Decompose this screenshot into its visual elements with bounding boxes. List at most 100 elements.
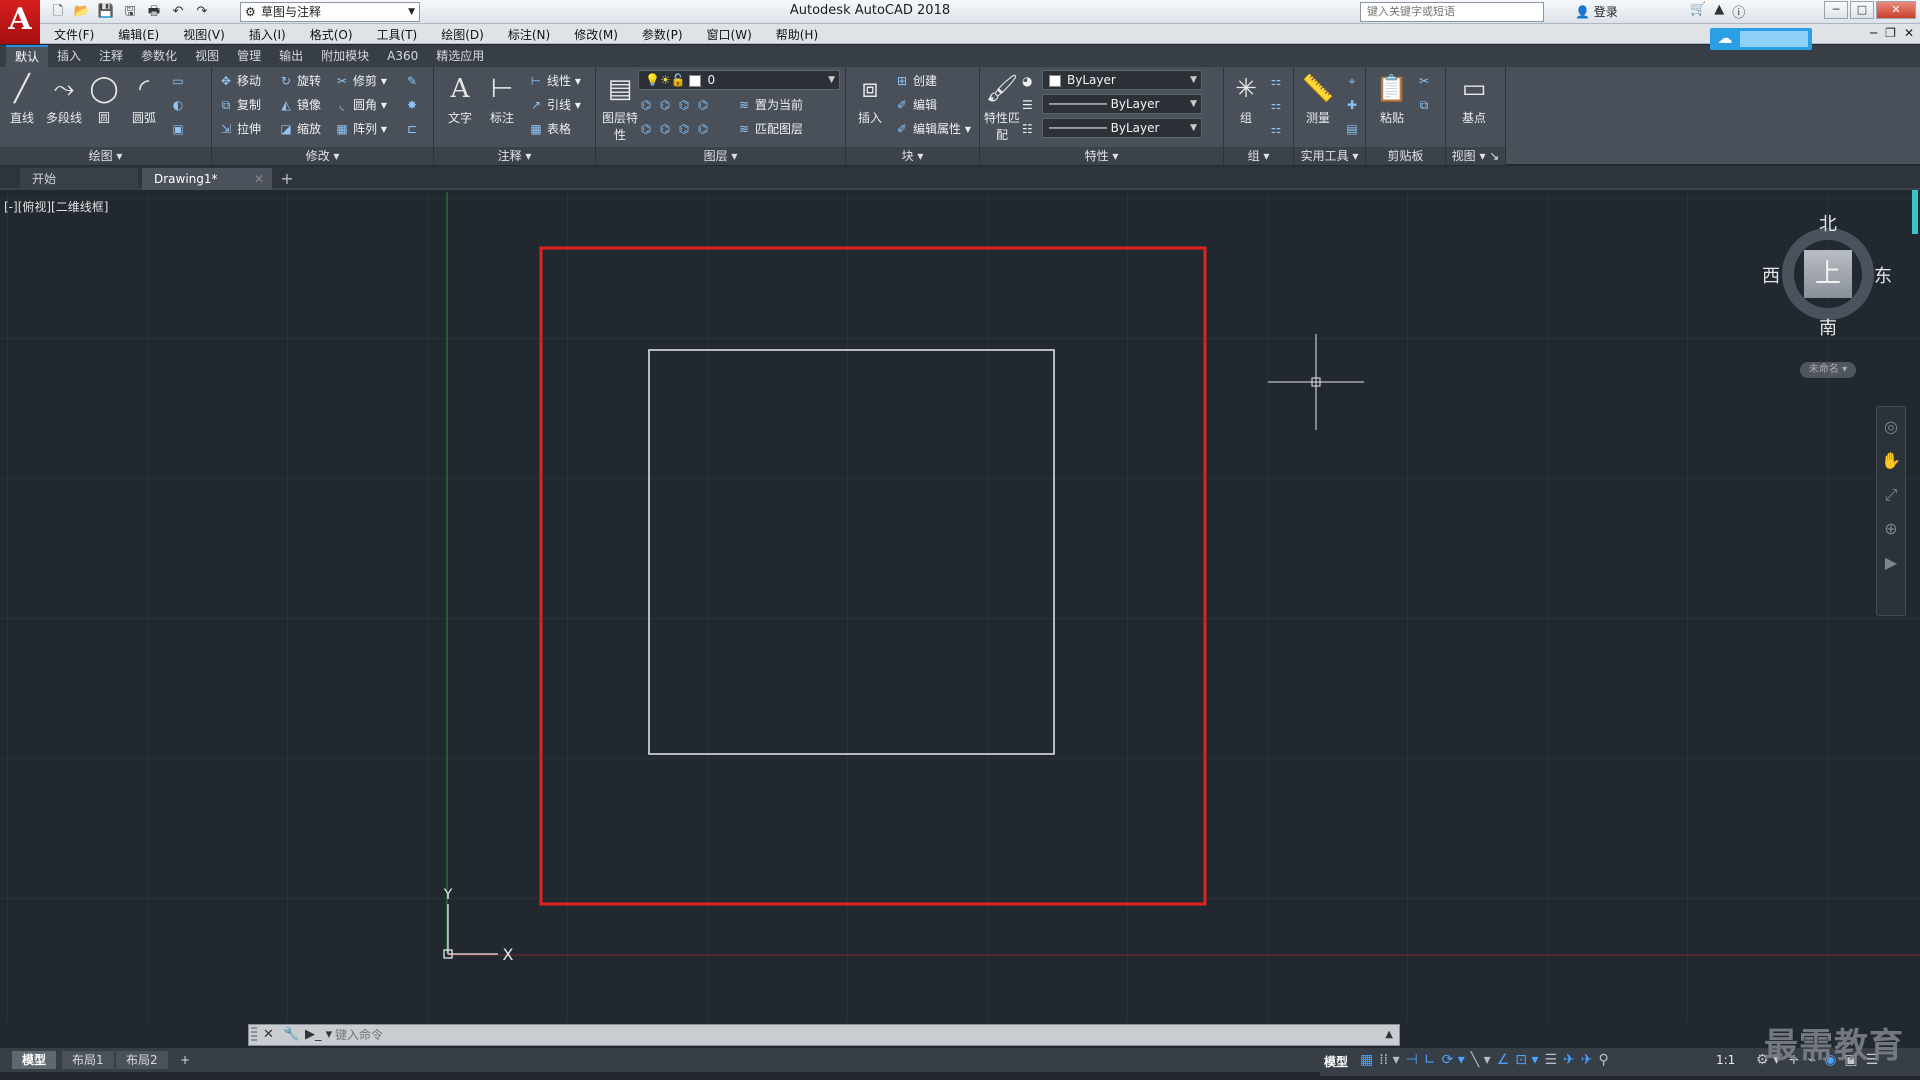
menu-help[interactable]: 帮助(H): [776, 26, 818, 43]
edit-block-button[interactable]: ✐ 编辑: [894, 95, 937, 115]
arc-button[interactable]: ◜ 圆弧: [124, 71, 164, 126]
showmotion-icon[interactable]: ▶: [1877, 549, 1905, 577]
text-button[interactable]: A 文字: [440, 71, 480, 126]
wrench-icon[interactable]: 🔧: [283, 1026, 299, 1044]
viewcube[interactable]: 上 北 南 东 西: [1762, 214, 1892, 339]
viewcube-top-face[interactable]: 上: [1804, 250, 1852, 298]
table-button[interactable]: ▦ 表格: [528, 119, 571, 139]
quick-select-button[interactable]: ⌖: [1344, 71, 1363, 91]
hatch-button[interactable]: ◐: [170, 95, 189, 115]
layer-tools-row-1[interactable]: ⌬ ⌬ ⌬ ⌬: [638, 95, 714, 115]
rotate-button[interactable]: ↻ 旋转: [278, 71, 321, 91]
menu-format[interactable]: 格式(O): [310, 26, 353, 43]
group-select-button[interactable]: ⚏: [1268, 119, 1287, 139]
outer-rectangle[interactable]: [539, 246, 1207, 906]
drawing-canvas[interactable]: [-][俯视][二维线框] Y X 上 北 南 东 西 未命名 ▾ ◎ ✋ ⤢ …: [0, 192, 1920, 1022]
maximize-button[interactable]: □: [1850, 1, 1874, 19]
inner-rectangle[interactable]: [648, 349, 1055, 755]
tab-annotate[interactable]: 注释: [90, 45, 132, 67]
tab-view[interactable]: 视图: [186, 45, 228, 67]
panel-modify-title[interactable]: 修改 ▾: [212, 147, 433, 165]
annotation-scale-icon[interactable]: ⚲: [1599, 1052, 1609, 1068]
application-menu-button[interactable]: A: [0, 0, 40, 44]
auto-scale-icon[interactable]: ✈: [1581, 1052, 1593, 1068]
menu-modify[interactable]: 修改(M): [574, 26, 618, 43]
compass-west[interactable]: 西: [1762, 262, 1780, 288]
panel-block-title[interactable]: 块 ▾: [846, 147, 979, 165]
object-snap-tracking-icon[interactable]: ∠: [1497, 1052, 1510, 1068]
add-layout-button[interactable]: +: [170, 1051, 200, 1069]
help-icon[interactable]: ⓘ: [1732, 2, 1745, 21]
line-button[interactable]: ╱ 直线: [2, 71, 42, 126]
model-space-toggle[interactable]: 模型: [1324, 1053, 1348, 1070]
grid-icon[interactable]: ▦: [1360, 1052, 1373, 1068]
steering-wheel-icon[interactable]: ◎: [1877, 413, 1905, 441]
cloud-sync-button[interactable]: ☁: [1710, 28, 1812, 50]
panel-groups-title[interactable]: 组 ▾: [1224, 147, 1293, 165]
stretch-button[interactable]: ⇲ 拉伸: [218, 119, 261, 139]
login-button[interactable]: 👤 登录: [1575, 3, 1618, 20]
scale-button[interactable]: ◪ 缩放: [278, 119, 321, 139]
annotation-visibility-icon[interactable]: ✈: [1563, 1052, 1575, 1068]
mirror-button[interactable]: ◭ 镜像: [278, 95, 321, 115]
new-tab-button[interactable]: +: [276, 169, 298, 189]
compass-south[interactable]: 南: [1819, 314, 1837, 340]
menu-dimension[interactable]: 标注(N): [508, 26, 550, 43]
make-current-button[interactable]: ≋ 置为当前: [736, 95, 803, 115]
fillet-button[interactable]: ◟ 圆角 ▾: [334, 95, 387, 115]
close-icon[interactable]: ✕: [263, 1026, 274, 1044]
search-input[interactable]: [1360, 2, 1544, 22]
calculator-button[interactable]: ▤: [1344, 119, 1363, 139]
doc-restore-button[interactable]: ❐: [1885, 26, 1896, 40]
ortho-icon[interactable]: ∟: [1424, 1052, 1436, 1068]
cut-button[interactable]: ✂: [1416, 71, 1435, 91]
tab-drawing1[interactable]: Drawing1* ✕: [142, 168, 272, 190]
move-button[interactable]: ✥ 移动: [218, 71, 261, 91]
lineweight-display-icon[interactable]: ☰: [1544, 1052, 1557, 1068]
cart-icon[interactable]: 🛒: [1690, 2, 1706, 21]
scroll-indicator[interactable]: [1912, 190, 1918, 234]
tab-default[interactable]: 默认: [6, 45, 49, 67]
tab-layout1[interactable]: 布局1: [62, 1051, 114, 1069]
doc-close-button[interactable]: ✕: [1904, 26, 1914, 40]
doc-minimize-button[interactable]: ─: [1870, 26, 1877, 40]
erase-button[interactable]: ✎: [404, 71, 423, 91]
polar-icon[interactable]: ⟳ ▾: [1442, 1052, 1465, 1068]
annotation-scale-value[interactable]: 1:1: [1716, 1053, 1735, 1067]
match-layer-button[interactable]: ≋ 匹配图层: [736, 119, 803, 139]
circle-button[interactable]: ◯ 圆: [84, 71, 124, 126]
menu-file[interactable]: 文件(F): [54, 26, 94, 43]
linear-button[interactable]: ⊢ 线性 ▾: [528, 71, 581, 91]
dimension-button[interactable]: ⊢ 标注: [482, 71, 522, 126]
tab-a360[interactable]: A360: [378, 45, 427, 67]
chevron-up-icon[interactable]: ▲: [1385, 1025, 1393, 1045]
tab-output[interactable]: 输出: [270, 45, 312, 67]
wcs-menu[interactable]: 未命名 ▾: [1800, 362, 1856, 378]
infer-constraints-icon[interactable]: ⊣: [1406, 1052, 1418, 1068]
layer-properties-button[interactable]: ▤ 图层特性: [600, 71, 640, 143]
menu-window[interactable]: 窗口(W): [707, 26, 752, 43]
match-properties-button[interactable]: 🖌 特性匹配: [982, 71, 1022, 143]
panel-view-title[interactable]: 视图 ▾ ↘: [1446, 147, 1505, 165]
explode-button[interactable]: ✸: [404, 95, 423, 115]
id-point-button[interactable]: ✚: [1344, 95, 1363, 115]
pan-icon[interactable]: ✋: [1877, 447, 1905, 475]
linetype-dropdown[interactable]: ──────── ByLayer ▼: [1042, 94, 1202, 114]
measure-button[interactable]: 📏 测量: [1298, 71, 1338, 126]
tab-parametric[interactable]: 参数化: [132, 45, 186, 67]
offset-button[interactable]: ⊏: [404, 119, 423, 139]
color-dropdown[interactable]: ByLayer ▼: [1042, 70, 1202, 90]
array-button[interactable]: ▦ 阵列 ▾: [334, 119, 387, 139]
command-prompt-icon[interactable]: ▶_ ▾: [305, 1026, 332, 1044]
tab-model[interactable]: 模型: [12, 1051, 57, 1069]
close-tab-icon[interactable]: ✕: [254, 168, 264, 190]
copy-clip-button[interactable]: ⧉: [1416, 95, 1435, 115]
edit-attributes-button[interactable]: ✐ 编辑属性 ▾: [894, 119, 971, 139]
a360-icon[interactable]: ▲: [1714, 2, 1724, 21]
panel-layers-title[interactable]: 图层 ▾: [596, 147, 845, 165]
lineweight-dropdown[interactable]: ──────── ByLayer ▼: [1042, 118, 1202, 138]
minimize-button[interactable]: ─: [1824, 1, 1848, 19]
panel-draw-title[interactable]: 绘图 ▾: [0, 147, 211, 165]
menu-edit[interactable]: 编辑(E): [118, 26, 159, 43]
rectangle-button[interactable]: ▭: [170, 71, 189, 91]
